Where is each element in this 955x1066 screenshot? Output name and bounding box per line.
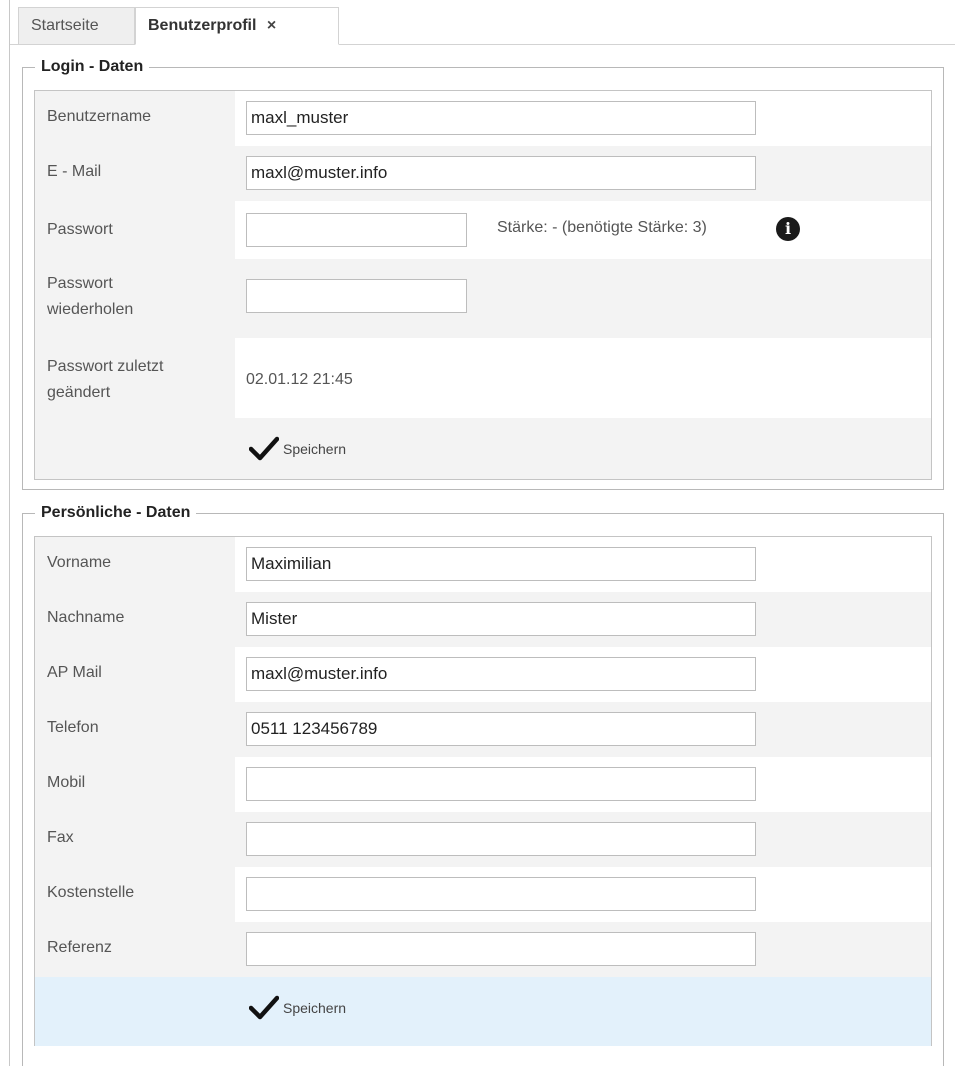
username-label: Benutzername <box>35 91 235 146</box>
password-input[interactable] <box>246 213 467 247</box>
left-border <box>9 0 10 1066</box>
lastname-input[interactable] <box>246 602 756 636</box>
info-icon[interactable]: i <box>776 217 800 241</box>
email-input[interactable] <box>246 156 756 190</box>
save-label: Speichern <box>283 1000 347 1016</box>
password-row: Passwort Stärke: - (benötigte Stärke: 3)… <box>35 201 931 259</box>
apmail-label: AP Mail <box>35 647 235 702</box>
close-icon[interactable]: × <box>267 17 276 34</box>
fax-row: Fax <box>35 812 931 867</box>
personal-fieldset: Persönliche - Daten Vorname Nachname AP … <box>22 503 944 1066</box>
password-repeat-label-line1: Passwort <box>47 275 113 292</box>
mobile-input[interactable] <box>246 767 756 801</box>
tab-benutzerprofil[interactable]: Benutzerprofil × <box>135 7 339 45</box>
login-legend: Login - Daten <box>35 57 150 77</box>
login-save-button[interactable]: Speichern <box>249 434 346 464</box>
save-label: Speichern <box>283 441 347 457</box>
password-repeat-row: Passwort wiederholen <box>35 259 931 338</box>
personal-save-row: Speichern <box>35 977 931 1046</box>
costcenter-input[interactable] <box>246 877 756 911</box>
password-repeat-input[interactable] <box>246 279 467 313</box>
personal-form: Vorname Nachname AP Mail Telefon Mobil F… <box>34 536 932 1046</box>
reference-row: Referenz <box>35 922 931 977</box>
username-input[interactable] <box>246 101 756 135</box>
tab-startseite[interactable]: Startseite <box>18 7 135 44</box>
personal-save-button[interactable]: Speichern <box>249 993 346 1023</box>
costcenter-row: Kostenstelle <box>35 867 931 922</box>
tab-bar: Startseite Benutzerprofil × <box>10 0 955 45</box>
personal-legend: Persönliche - Daten <box>35 503 197 523</box>
username-row: Benutzername <box>35 91 931 146</box>
firstname-input[interactable] <box>246 547 756 581</box>
email-label: E - Mail <box>35 146 235 201</box>
password-repeat-label: Passwort wiederholen <box>35 259 235 338</box>
firstname-label: Vorname <box>35 537 235 592</box>
login-form: Benutzername E - Mail Passwort Stärke: -… <box>34 90 932 480</box>
fax-input[interactable] <box>246 822 756 856</box>
apmail-row: AP Mail <box>35 647 931 702</box>
login-save-row: Speichern <box>35 418 931 479</box>
lastname-row: Nachname <box>35 592 931 647</box>
phone-row: Telefon <box>35 702 931 757</box>
costcenter-label: Kostenstelle <box>35 867 235 922</box>
empty-label-cell <box>35 977 235 1046</box>
firstname-row: Vorname <box>35 537 931 592</box>
reference-label: Referenz <box>35 922 235 977</box>
password-changed-row: Passwort zuletzt geändert 02.01.12 21:45 <box>35 338 931 418</box>
checkmark-icon <box>249 436 279 461</box>
password-changed-label-line1: Passwort zuletzt <box>47 358 164 375</box>
phone-input[interactable] <box>246 712 756 746</box>
phone-label: Telefon <box>35 702 235 757</box>
fax-label: Fax <box>35 812 235 867</box>
mobile-label: Mobil <box>35 757 235 812</box>
lastname-label: Nachname <box>35 592 235 647</box>
apmail-input[interactable] <box>246 657 756 691</box>
password-changed-label: Passwort zuletzt geändert <box>35 338 235 418</box>
tab-label: Startseite <box>31 17 99 34</box>
password-changed-value: 02.01.12 21:45 <box>246 371 353 388</box>
mobile-row: Mobil <box>35 757 931 812</box>
tab-label: Benutzerprofil <box>148 17 257 34</box>
login-fieldset: Login - Daten Benutzername E - Mail Pass… <box>22 57 944 490</box>
password-changed-label-line2: geändert <box>47 384 111 401</box>
email-row: E - Mail <box>35 146 931 201</box>
empty-label-cell <box>35 418 235 479</box>
checkmark-icon <box>249 995 279 1020</box>
reference-input[interactable] <box>246 932 756 966</box>
password-label: Passwort <box>35 201 235 259</box>
password-strength-text: Stärke: - (benötigte Stärke: 3) <box>497 219 707 236</box>
password-repeat-label-line2: wiederholen <box>47 301 134 318</box>
